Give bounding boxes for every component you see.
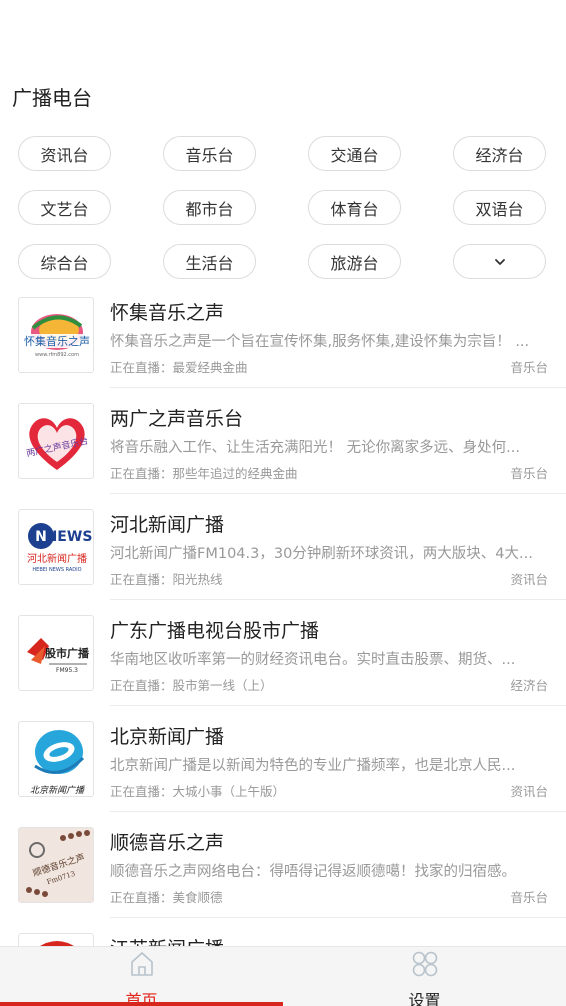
category-chip[interactable]: 文艺台 [18,190,111,225]
logo-subtext-2: HEBEI NEWS RADIO [32,567,81,573]
now-playing: 正在直播：大城小事（上午版） [110,784,286,799]
station-item[interactable]: 怀集音乐之声 www.rfm892.com 怀集音乐之声 怀集音乐之声是一个旨在… [0,294,566,400]
category-chip[interactable]: 生活台 [163,244,256,279]
category-chip[interactable]: 交通台 [308,136,401,171]
now-playing: 正在直播：美食顺德 [110,890,223,905]
home-icon [127,949,157,983]
category-chip[interactable]: 双语台 [453,190,546,225]
logo-subtext: www.rfm892.com [35,352,79,358]
station-description: 将音乐融入工作、让生活充满阳光！ 无论你离家多远、身处何... [110,440,520,456]
tab-home[interactable]: 首页 [0,947,283,1006]
station-name: 顺德音乐之声 [110,832,225,854]
tab-settings[interactable]: 设置 [283,947,566,1006]
divider [110,811,566,812]
page-title: 广播电台 [12,86,92,110]
tab-settings-label: 设置 [408,991,441,1006]
station-item[interactable]: 顺德音乐之声 Fm0713 顺德音乐之声 顺德音乐之声网络电台：得唔得记得返顺德… [0,824,566,930]
app-screen: 广播电台 资讯台 音乐台 交通台 经济台 文艺台 都市台 体育台 双语台 综合台… [0,0,566,1006]
settings-icon [410,949,440,983]
station-description: 顺德音乐之声网络电台：得唔得记得返顺德噶！找家的归宿感。 [110,864,516,880]
bottom-tab-bar: 首页 设置 [0,946,566,1006]
station-description: 怀集音乐之声是一个旨在宣传怀集,服务怀集,建设怀集为宗旨！ ... [110,334,530,350]
category-chip[interactable]: 经济台 [453,136,546,171]
expand-categories-button[interactable] [453,244,546,279]
station-name: 北京新闻广播 [110,726,225,748]
logo-text: 股市广播 [45,646,90,660]
station-logo: 顺德音乐之声 Fm0713 [18,827,94,903]
station-logo: 怀集音乐之声 www.rfm892.com [18,297,94,373]
station-name: 两广之声音乐台 [110,408,244,430]
divider [110,387,566,388]
category-chip[interactable]: 资讯台 [18,136,111,171]
category-chip[interactable]: 旅游台 [308,244,401,279]
station-logo: 北京新闻广播 [18,721,94,797]
station-name: 怀集音乐之声 [110,302,225,324]
logo-subtext: FM95.3 [56,667,78,674]
station-logo: 两广之声音乐台 [18,403,94,479]
active-tab-indicator [0,1002,283,1006]
station-description: 河北新闻广播FM104.3，30分钟刷新环球资讯，两大版块、4大... [110,546,533,562]
station-item[interactable]: 股市广播 FM95.3 广东广播电视台股市广播 华南地区收听率第一的财经资讯电台… [0,612,566,718]
logo-text: NEWS [46,529,93,545]
station-description: 北京新闻广播是以新闻为特色的专业广播频率，也是北京人民... [110,758,516,774]
logo-text: 怀集音乐之声 [24,334,90,348]
station-category: 音乐台 [510,890,548,905]
logo-text: 北京新闻广播 [30,785,85,796]
chevron-down-icon [494,258,506,266]
station-logo: 股市广播 FM95.3 [18,615,94,691]
station-name: 广东广播电视台股市广播 [110,620,320,642]
category-chip[interactable]: 体育台 [308,190,401,225]
station-description: 华南地区收听率第一的财经资讯电台。实时直击股票、期货、... [110,652,516,668]
station-item[interactable]: 北京新闻广播 北京新闻广播 北京新闻广播是以新闻为特色的专业广播频率，也是北京人… [0,718,566,824]
divider [110,917,566,918]
station-category: 资讯台 [510,784,548,799]
station-category: 资讯台 [510,572,548,587]
station-item[interactable]: 两广之声音乐台 两广之声音乐台 将音乐融入工作、让生活充满阳光！ 无论你离家多远… [0,400,566,506]
station-category: 音乐台 [510,466,548,481]
station-logo: N NEWS 河北新闻广播 HEBEI NEWS RADIO [18,509,94,585]
station-name: 河北新闻广播 [110,514,225,536]
now-playing: 正在直播：那些年追过的经典金曲 [110,466,298,481]
logo-subtext: 河北新闻广播 [27,552,87,565]
category-chip[interactable]: 音乐台 [163,136,256,171]
now-playing: 正在直播：阳光热线 [110,572,223,587]
now-playing: 正在直播：股市第一线（上） [110,678,273,693]
divider [110,599,566,600]
station-category: 经济台 [510,678,548,693]
station-category: 音乐台 [510,360,548,375]
station-item[interactable]: N NEWS 河北新闻广播 HEBEI NEWS RADIO 河北新闻广播 河北… [0,506,566,612]
divider [110,493,566,494]
category-chip[interactable]: 都市台 [163,190,256,225]
category-chip[interactable]: 综合台 [18,244,111,279]
now-playing: 正在直播：最爱经典金曲 [110,360,248,375]
divider [110,705,566,706]
